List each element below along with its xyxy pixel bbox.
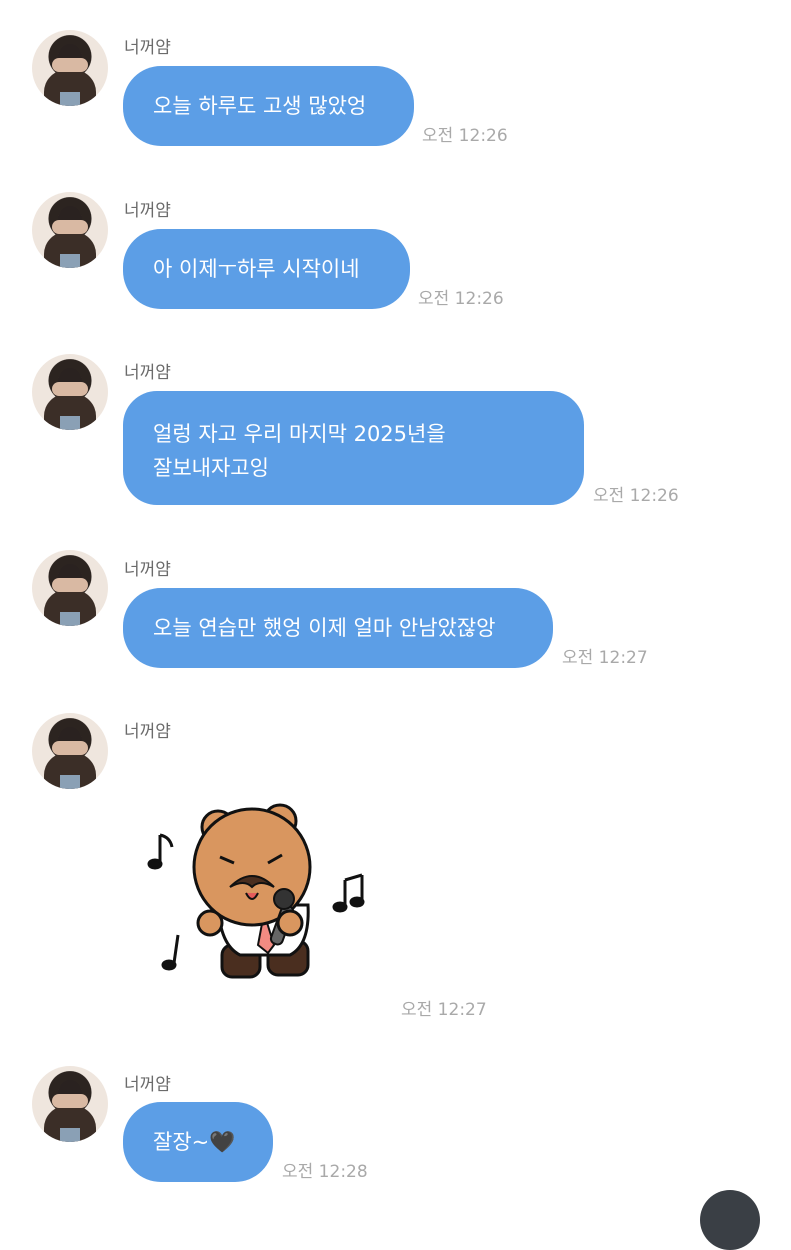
message-time: 오전 12:27	[562, 648, 648, 668]
message-time: 오전 12:26	[593, 486, 679, 506]
music-note-icon	[147, 833, 174, 870]
sender-name: 너꺼얌	[124, 201, 171, 221]
sender-avatar[interactable]	[32, 30, 108, 106]
message-bubble[interactable]: 오늘 하루도 고생 많았엉	[123, 66, 414, 146]
message-time: 오전 12:26	[422, 126, 508, 146]
sender-name: 너꺼얌	[124, 38, 171, 58]
sender-name: 너꺼얌	[124, 363, 171, 383]
sender-avatar[interactable]	[32, 713, 108, 789]
sender-avatar[interactable]	[32, 354, 108, 430]
message-bubble[interactable]: 얼렁 자고 우리 마지막 2025년을 잘보내자고잉	[123, 391, 584, 505]
sender-name: 너꺼얌	[124, 1075, 171, 1095]
floating-button[interactable]	[700, 1190, 760, 1250]
sender-avatar[interactable]	[32, 192, 108, 268]
message-time: 오전 12:28	[282, 1162, 368, 1182]
sender-name: 너꺼얌	[124, 560, 171, 580]
bear-singing-sticker[interactable]	[140, 795, 380, 995]
message-line: 얼렁 자고 우리 마지막 2025년을	[153, 422, 446, 446]
message-bubble[interactable]: 아 이제ㅜ하루 시작이네	[123, 229, 410, 309]
message-time: 오전 12:27	[401, 1000, 487, 1020]
sender-name: 너꺼얌	[124, 722, 171, 742]
message-bubble[interactable]: 오늘 연습만 했엉 이제 얼마 안남았잖앙	[123, 588, 553, 668]
message-bubble[interactable]: 잘장~🖤	[123, 1102, 273, 1182]
message-time: 오전 12:26	[418, 289, 504, 309]
music-note-icon	[161, 934, 180, 971]
sender-avatar[interactable]	[32, 550, 108, 626]
music-note-icon	[332, 873, 365, 913]
message-line: 잘보내자고잉	[153, 456, 269, 480]
sender-avatar[interactable]	[32, 1066, 108, 1142]
